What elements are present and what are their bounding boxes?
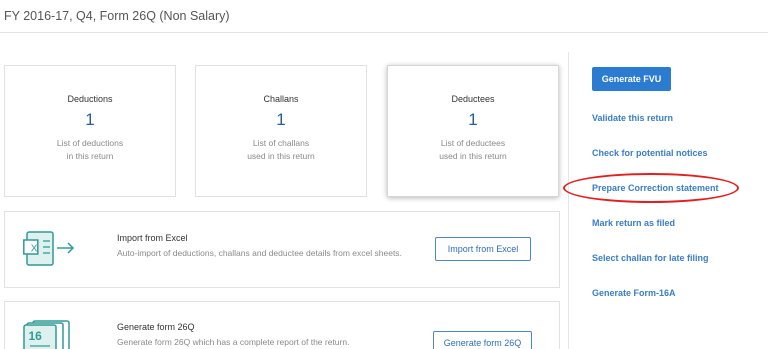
challans-card[interactable]: Challans 1 List of challans used in this… [195, 65, 367, 197]
generate-fvu-button[interactable]: Generate FVU [592, 67, 671, 91]
card-count: 1 [276, 110, 286, 129]
card-count: 1 [468, 110, 478, 129]
card-title: Deductions [67, 94, 113, 104]
card-description-line: in this return [66, 151, 114, 161]
form-icon-number: 16 [29, 329, 43, 343]
card-description-line: List of deductions [56, 138, 124, 148]
card-description-line: used in this return [247, 151, 315, 161]
card-count: 1 [85, 110, 95, 129]
card-description-line: List of deductees [440, 138, 506, 148]
sidebar-divider [568, 52, 569, 349]
card-description-line: List of challans [252, 138, 310, 148]
import-title: Import from Excel [117, 233, 188, 243]
import-excel-panel: X Import from Excel Auto-import of deduc… [4, 211, 560, 288]
generate-description: Generate form 26Q which has a complete r… [117, 337, 350, 347]
generate-form-panel: 16 Generate form 26Q Generate form 26Q w… [4, 301, 560, 349]
form-document-icon: 16 [23, 320, 70, 349]
generate-title: Generate form 26Q [117, 322, 195, 332]
import-excel-button[interactable]: Import from Excel [435, 237, 531, 261]
check-notices-link[interactable]: Check for potential notices [592, 148, 708, 158]
deductions-card[interactable]: Deductions 1 List of deductions in this … [4, 65, 176, 197]
card-description: List of challans used in this return [196, 137, 366, 163]
deductees-card[interactable]: Deductees 1 List of deductees used in th… [387, 65, 559, 197]
card-description-line: used in this return [439, 151, 507, 161]
excel-import-icon: X [23, 231, 75, 266]
generate-form16a-link[interactable]: Generate Form-16A [592, 288, 676, 298]
page-header: FY 2016-17, Q4, Form 26Q (Non Salary) [0, 0, 768, 33]
validate-return-link[interactable]: Validate this return [592, 113, 673, 123]
generate-form-button[interactable]: Generate form 26Q [433, 331, 532, 349]
import-description: Auto-import of deductions, challans and … [117, 248, 402, 258]
highlight-annotation [563, 173, 739, 203]
select-challan-link[interactable]: Select challan for late filing [592, 253, 709, 263]
card-title: Deductees [451, 94, 495, 104]
card-description: List of deductions in this return [5, 137, 175, 163]
card-description: List of deductees used in this return [388, 137, 558, 163]
page-title: FY 2016-17, Q4, Form 26Q (Non Salary) [4, 9, 230, 23]
excel-icon-glyph: X [31, 244, 38, 255]
card-title: Challans [263, 94, 299, 104]
mark-filed-link[interactable]: Mark return as filed [592, 218, 675, 228]
